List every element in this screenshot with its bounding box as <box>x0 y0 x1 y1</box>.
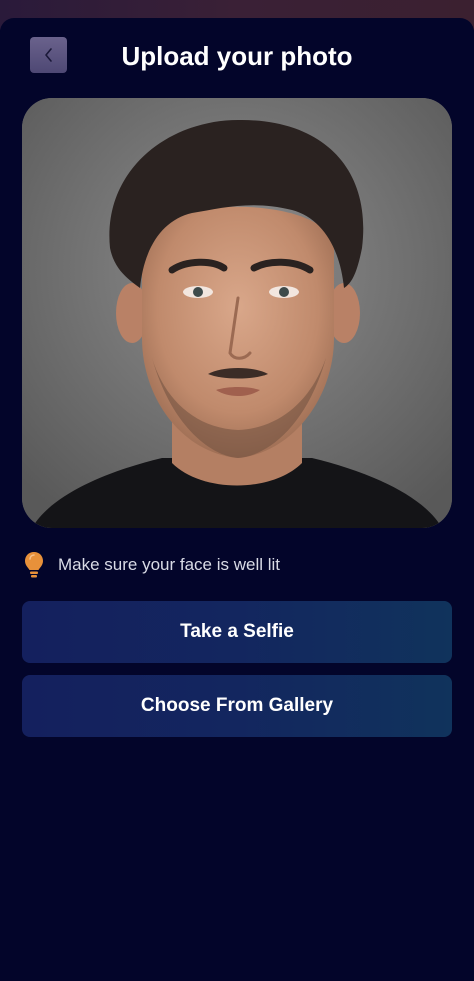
tip-text: Make sure your face is well lit <box>58 555 281 574</box>
lighting-tip: Make sure your face is well lit <box>22 548 452 582</box>
page-title: Upload your photo <box>121 41 353 71</box>
take-selfie-button[interactable]: Take a Selfie <box>22 601 452 663</box>
portrait-photo <box>22 98 452 528</box>
lightbulb-icon <box>22 550 46 580</box>
choose-from-gallery-button[interactable]: Choose From Gallery <box>22 675 452 737</box>
